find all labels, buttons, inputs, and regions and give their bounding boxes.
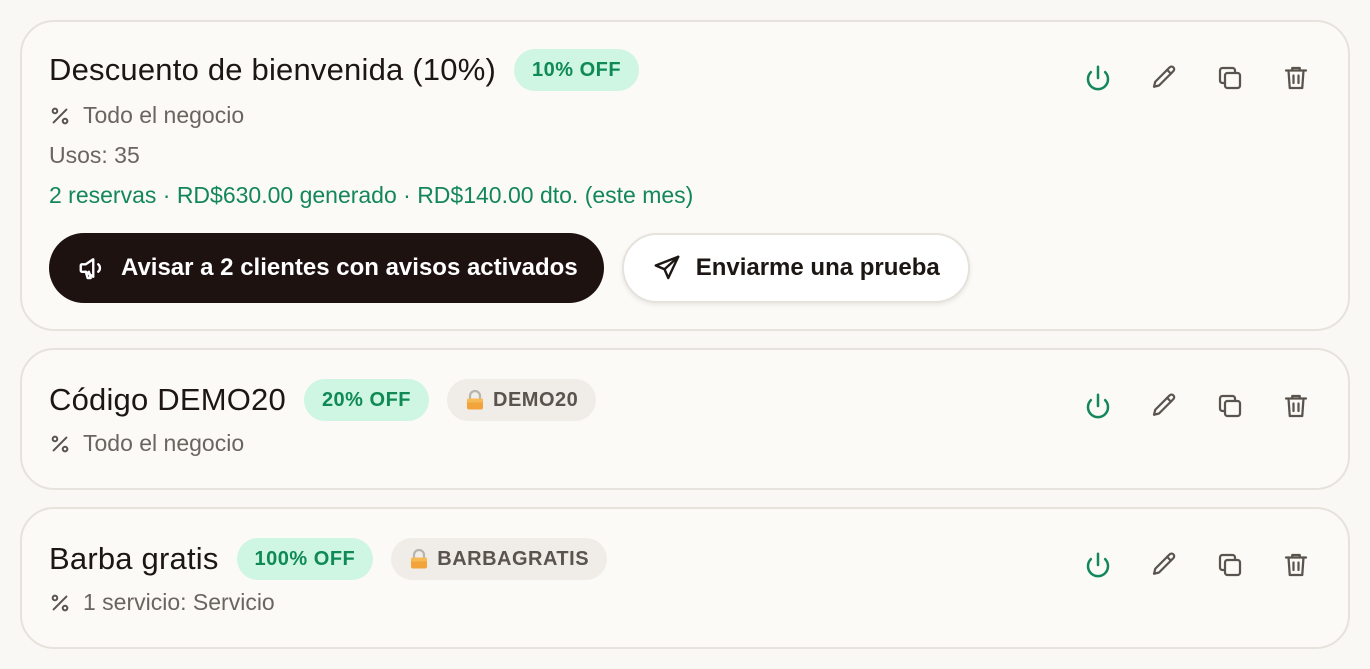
toggle-active-button[interactable] bbox=[1080, 388, 1116, 424]
power-icon bbox=[1086, 65, 1110, 91]
scope-label: Todo el negocio bbox=[83, 430, 245, 456]
duplicate-button[interactable] bbox=[1212, 388, 1248, 424]
copy-icon bbox=[1218, 394, 1242, 418]
promotion-card: Código DEMO20 20% OFF DEMO20 Todo el neg… bbox=[20, 348, 1350, 490]
copy-icon bbox=[1218, 553, 1242, 577]
scope-label: 1 servicio: Servicio bbox=[83, 589, 275, 615]
duplicate-button[interactable] bbox=[1212, 547, 1248, 583]
card-actions bbox=[1080, 388, 1314, 424]
discount-badge: 20% OFF bbox=[303, 379, 430, 421]
discount-badge: 10% OFF bbox=[513, 49, 640, 91]
card-actions bbox=[1080, 60, 1314, 96]
notify-clients-button[interactable]: Avisar a 2 clientes con avisos activados bbox=[49, 233, 604, 303]
promotion-card: Barba gratis 100% OFF BARBAGRATIS 1 serv… bbox=[20, 507, 1350, 649]
edit-button[interactable] bbox=[1146, 547, 1182, 583]
pencil-icon bbox=[1152, 393, 1176, 416]
promotion-title: Descuento de bienvenida (10%) bbox=[49, 52, 496, 87]
delete-button[interactable] bbox=[1278, 547, 1314, 583]
lock-icon bbox=[467, 389, 484, 410]
percent-icon bbox=[51, 594, 69, 611]
power-icon bbox=[1086, 552, 1110, 578]
promo-code: BARBAGRATIS bbox=[437, 547, 590, 570]
pencil-icon bbox=[1152, 552, 1176, 575]
trash-icon bbox=[1284, 553, 1308, 577]
trash-icon bbox=[1284, 66, 1308, 90]
promo-code-badge: DEMO20 bbox=[447, 379, 597, 421]
promo-code: DEMO20 bbox=[493, 388, 579, 411]
promotion-title: Código DEMO20 bbox=[49, 382, 286, 417]
power-icon bbox=[1086, 393, 1110, 419]
toggle-active-button[interactable] bbox=[1080, 547, 1116, 583]
duplicate-button[interactable] bbox=[1212, 60, 1248, 96]
edit-button[interactable] bbox=[1146, 60, 1182, 96]
promotion-card: Descuento de bienvenida (10%) 10% OFF To… bbox=[20, 20, 1350, 331]
notify-clients-label: Avisar a 2 clientes con avisos activados bbox=[121, 254, 578, 281]
send-icon bbox=[654, 255, 680, 280]
usage-count: Usos: 35 bbox=[49, 142, 140, 168]
delete-button[interactable] bbox=[1278, 60, 1314, 96]
pencil-icon bbox=[1152, 65, 1176, 88]
promotion-header: Barba gratis 100% OFF BARBAGRATIS bbox=[49, 538, 608, 580]
copy-icon bbox=[1218, 66, 1242, 90]
send-test-button[interactable]: Enviarme una prueba bbox=[621, 233, 970, 303]
send-test-label: Enviarme una prueba bbox=[695, 254, 940, 281]
card-actions bbox=[1080, 547, 1314, 583]
edit-button[interactable] bbox=[1146, 388, 1182, 424]
notify-actions: Avisar a 2 clientes con avisos activados… bbox=[49, 233, 970, 303]
promotion-title: Barba gratis bbox=[49, 541, 219, 576]
lock-icon bbox=[411, 548, 428, 569]
promotion-header: Código DEMO20 20% OFF DEMO20 bbox=[49, 379, 597, 421]
delete-button[interactable] bbox=[1278, 388, 1314, 424]
scope-label: Todo el negocio bbox=[83, 102, 245, 128]
promo-code-badge: BARBAGRATIS bbox=[391, 538, 608, 580]
promotion-scope: 1 servicio: Servicio bbox=[49, 589, 275, 616]
discount-badge: 100% OFF bbox=[236, 538, 374, 580]
trash-icon bbox=[1284, 394, 1308, 418]
promotion-scope: Todo el negocio bbox=[49, 102, 244, 129]
percent-icon bbox=[51, 107, 69, 124]
percent-icon bbox=[51, 435, 69, 452]
promotion-scope: Todo el negocio bbox=[49, 430, 244, 457]
monthly-stats: 2 reservas · RD$630.00 generado · RD$140… bbox=[49, 182, 694, 208]
promotion-header: Descuento de bienvenida (10%) 10% OFF bbox=[49, 49, 640, 91]
toggle-active-button[interactable] bbox=[1080, 60, 1116, 96]
megaphone-icon bbox=[79, 258, 102, 280]
